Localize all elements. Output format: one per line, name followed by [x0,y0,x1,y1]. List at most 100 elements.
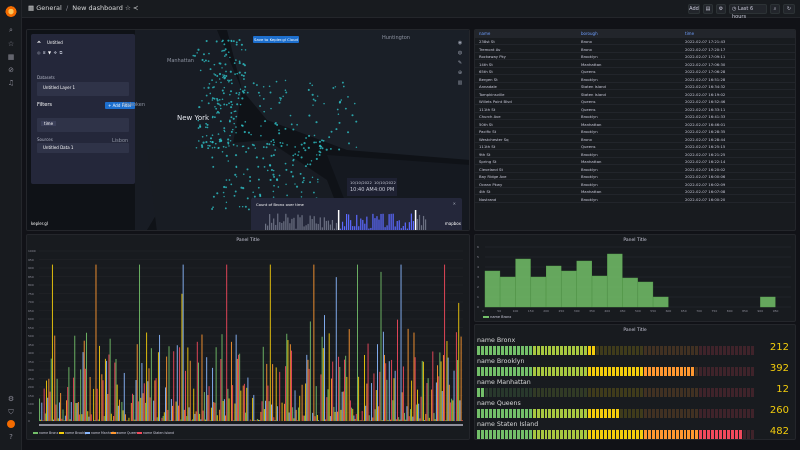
bar[interactable] [254,420,256,421]
bar[interactable] [379,371,381,421]
bar[interactable] [375,390,377,421]
bar[interactable] [405,419,407,421]
bar[interactable] [395,419,397,421]
bar[interactable] [372,417,374,421]
bar[interactable] [201,334,203,421]
star-icon[interactable]: ☆ [7,40,15,48]
bar[interactable] [388,361,390,421]
bar[interactable] [294,390,296,421]
bar[interactable] [426,383,428,421]
bar[interactable] [296,420,298,421]
bar[interactable] [235,334,237,421]
bar[interactable] [402,366,404,421]
bar[interactable] [377,344,378,421]
table-row[interactable]: Cleveland St Brooklyn 2022-02-07 16:20:02 [475,166,795,173]
table-row[interactable]: Ocean Pkwy Brooklyn 2022-02-07 16:02:09 [475,181,795,188]
bar[interactable] [162,415,164,421]
bar[interactable] [438,376,440,421]
bar[interactable] [328,333,330,421]
bar[interactable] [326,397,328,421]
bar[interactable] [246,387,248,421]
bar[interactable] [233,420,235,421]
dataset-card[interactable]: Untitled Layer 1 [37,82,129,96]
bar[interactable] [444,264,446,421]
histogram-bar[interactable] [576,260,592,308]
bar[interactable] [39,398,40,421]
histogram-bar[interactable] [637,281,654,308]
bar[interactable] [283,403,285,421]
bar[interactable] [336,411,338,421]
bar[interactable] [124,414,126,421]
histogram-bar[interactable] [561,270,577,308]
bar[interactable] [42,420,44,421]
table-row[interactable]: Pacific St Brooklyn 2022-02-07 16:28:35 [475,128,795,136]
bar[interactable] [50,358,52,421]
bar[interactable] [214,402,216,421]
bar[interactable] [206,357,208,421]
bar[interactable] [334,411,336,421]
bar[interactable] [109,338,111,421]
bar[interactable] [289,344,291,421]
bar[interactable] [73,377,75,421]
bar[interactable] [64,415,66,421]
page-title[interactable]: New dashboard [72,4,123,12]
bar[interactable] [367,343,369,421]
bar[interactable] [236,358,238,421]
table-row[interactable]: Spring St Manhattan 2022-02-07 16:22:14 [475,158,795,166]
bar[interactable] [232,385,234,421]
bar[interactable] [188,407,190,421]
bar[interactable] [136,344,138,421]
bar[interactable] [267,385,269,421]
table-row[interactable]: Tremont Av Bronx 2022-02-07 17:20:17 [475,46,795,53]
bar[interactable] [321,336,323,421]
share-icon[interactable]: ≺ [133,4,138,12]
bar[interactable] [263,409,265,421]
bar[interactable] [431,389,433,421]
shield-icon[interactable]: ⛉ [7,408,15,416]
bar[interactable] [411,380,413,421]
table-row[interactable]: 65th St Queens 2022-02-07 17:06:28 [475,68,795,76]
bar[interactable] [148,368,150,421]
bar[interactable] [265,400,267,421]
bar[interactable] [406,406,408,421]
table-row[interactable]: Bay Ridge Ave Brooklyn 2022-02-07 16:00:06 [475,173,795,181]
table-row[interactable]: Willets Point Blvd Queens 2022-02-07 16:52… [475,98,795,106]
bar[interactable] [271,404,272,421]
bar[interactable] [453,370,455,421]
bar[interactable] [351,407,353,421]
bar[interactable] [161,417,163,421]
bar[interactable] [262,346,264,421]
bar[interactable] [299,395,301,421]
bar[interactable] [203,392,205,421]
bar[interactable] [305,383,307,421]
search-icon[interactable]: ⌕ [7,26,15,34]
bar[interactable] [140,397,142,421]
bar[interactable] [439,352,441,421]
bar[interactable] [276,406,278,421]
table-row[interactable]: Nostrand Brooklyn 2022-02-07 16:00:20 [475,196,795,203]
histogram-bar[interactable] [653,296,669,308]
bar[interactable] [157,352,159,421]
bar[interactable] [389,419,391,421]
bar[interactable] [70,402,72,421]
bar[interactable] [239,353,241,421]
bar[interactable] [153,400,155,421]
bar[interactable] [137,401,139,421]
bar[interactable] [279,371,281,421]
bar[interactable] [272,364,274,421]
bar[interactable] [387,420,389,421]
bar[interactable] [55,404,57,421]
bar[interactable] [230,341,232,421]
bar[interactable] [404,412,406,421]
bar[interactable] [437,365,438,421]
bar[interactable] [234,403,236,421]
bar[interactable] [338,356,340,421]
bar[interactable] [368,415,370,421]
histogram-bar[interactable] [622,277,638,308]
bar[interactable] [261,401,263,421]
bar[interactable] [156,417,158,421]
map-panel[interactable]: ⩕ Untitled ◎ ⌸ ▼ ✥ ⧉ Datasets Untitled L… [26,29,470,231]
bar[interactable] [245,412,247,421]
bar[interactable] [448,384,450,421]
bar[interactable] [198,362,199,421]
